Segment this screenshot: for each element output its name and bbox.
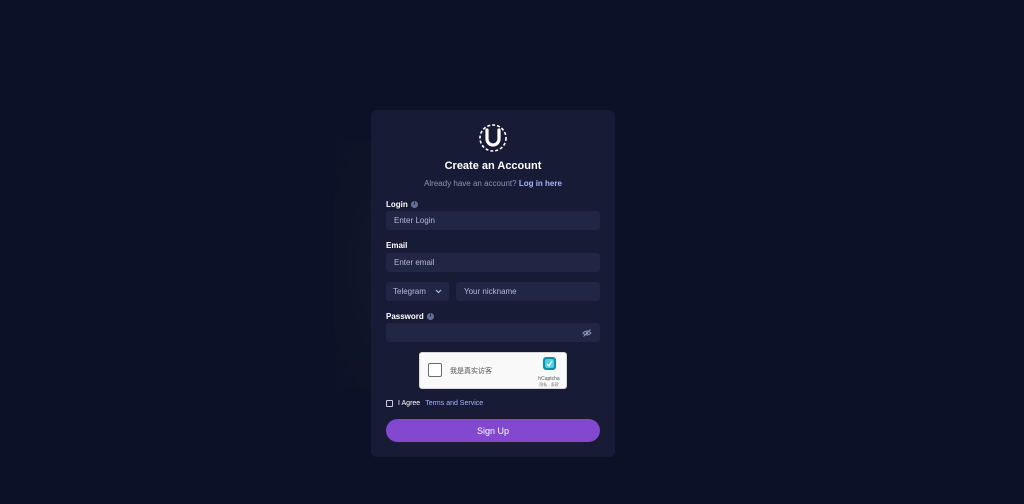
- captcha-checkbox[interactable]: [428, 363, 442, 377]
- email-label-row: Email: [386, 241, 407, 250]
- captcha-text: 我是真实访客: [450, 368, 492, 375]
- info-icon[interactable]: i: [410, 201, 418, 208]
- login-label-row: Login i: [386, 200, 418, 209]
- contact-type-value: Telegram: [393, 287, 426, 296]
- login-prompt-text: Already have an account?: [424, 179, 517, 188]
- password-label-row: Password i: [386, 312, 434, 321]
- login-placeholder: Enter Login: [394, 216, 435, 225]
- agree-text: I Agree: [398, 400, 421, 407]
- signup-card: Create an Account Already have an accoun…: [371, 110, 615, 457]
- agree-checkbox[interactable]: [386, 400, 393, 407]
- sign-up-button[interactable]: Sign Up: [386, 419, 600, 442]
- logo-icon: [479, 124, 507, 152]
- hcaptcha-links[interactable]: 隐私 - 条款: [536, 382, 562, 387]
- agree-row: I Agree Terms and Service: [386, 400, 483, 407]
- login-prompt: Already have an account? Log in here: [371, 179, 615, 188]
- nickname-placeholder: Your nickname: [464, 287, 517, 296]
- login-label: Login: [386, 200, 408, 209]
- eye-off-icon[interactable]: [582, 328, 592, 337]
- info-icon[interactable]: i: [426, 313, 434, 320]
- nickname-input[interactable]: Your nickname: [456, 282, 600, 301]
- email-input[interactable]: Enter email: [386, 253, 600, 272]
- hcaptcha-logo-icon: [542, 357, 556, 370]
- login-link[interactable]: Log in here: [519, 179, 562, 188]
- page-title: Create an Account: [444, 160, 542, 172]
- login-input[interactable]: Enter Login: [386, 211, 600, 230]
- password-input[interactable]: [386, 323, 600, 342]
- hcaptcha-brand: hCaptcha 隐私 - 条款: [536, 356, 562, 387]
- terms-link[interactable]: Terms and Service: [425, 400, 483, 407]
- password-label: Password: [386, 312, 424, 321]
- contact-type-select[interactable]: Telegram: [386, 282, 449, 301]
- hcaptcha-widget: 我是真实访客 hCaptcha 隐私 - 条款: [419, 352, 567, 389]
- email-label: Email: [386, 241, 408, 250]
- email-placeholder: Enter email: [394, 258, 435, 267]
- chevron-down-icon: [435, 289, 442, 294]
